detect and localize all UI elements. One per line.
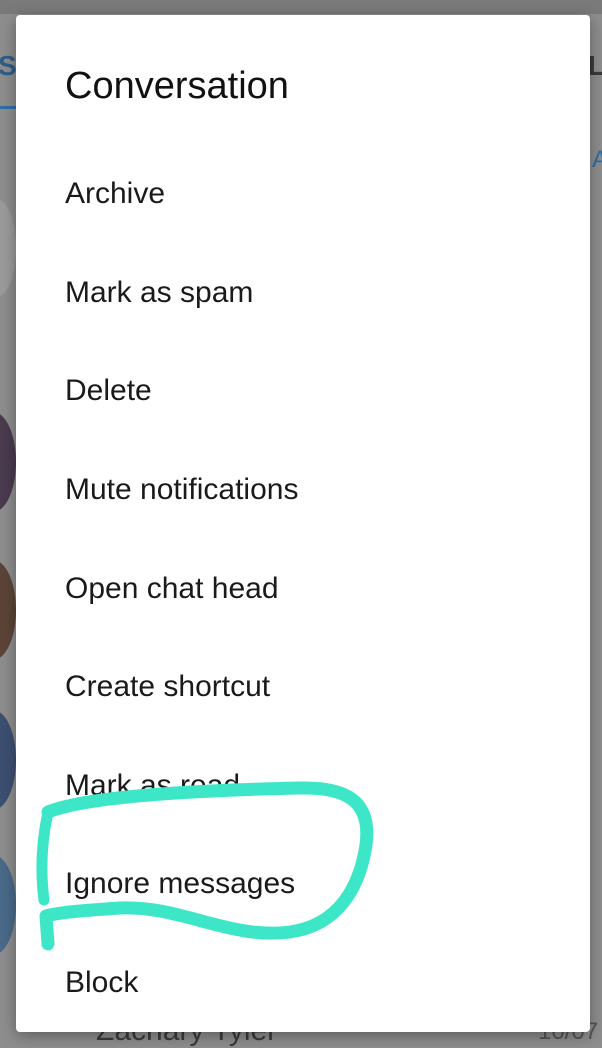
menu-item-delete[interactable]: Delete [16, 342, 590, 441]
background-meta-fragment: A [592, 146, 602, 173]
menu-item-block[interactable]: Block [16, 934, 590, 1033]
menu-item-open-chat-head[interactable]: Open chat head [16, 539, 590, 638]
menu-item-mark-as-read[interactable]: Mark as read [16, 737, 590, 836]
menu-item-ignore-messages[interactable]: Ignore messages [16, 835, 590, 934]
background-tab-indicator [0, 106, 16, 109]
dialog-title: Conversation [65, 65, 289, 107]
background-tab-fragment-right: L [588, 50, 602, 81]
menu-item-mute-notifications[interactable]: Mute notifications [16, 441, 590, 540]
menu-item-create-shortcut[interactable]: Create shortcut [16, 638, 590, 737]
conversation-options-menu: Archive Mark as spam Delete Mute notific… [16, 145, 590, 1032]
conversation-options-dialog: Conversation Archive Mark as spam Delete… [16, 15, 590, 1032]
status-bar-area [0, 0, 602, 14]
background-right-strip [590, 40, 602, 1040]
menu-item-mark-as-spam[interactable]: Mark as spam [16, 244, 590, 343]
menu-item-archive[interactable]: Archive [16, 145, 590, 244]
